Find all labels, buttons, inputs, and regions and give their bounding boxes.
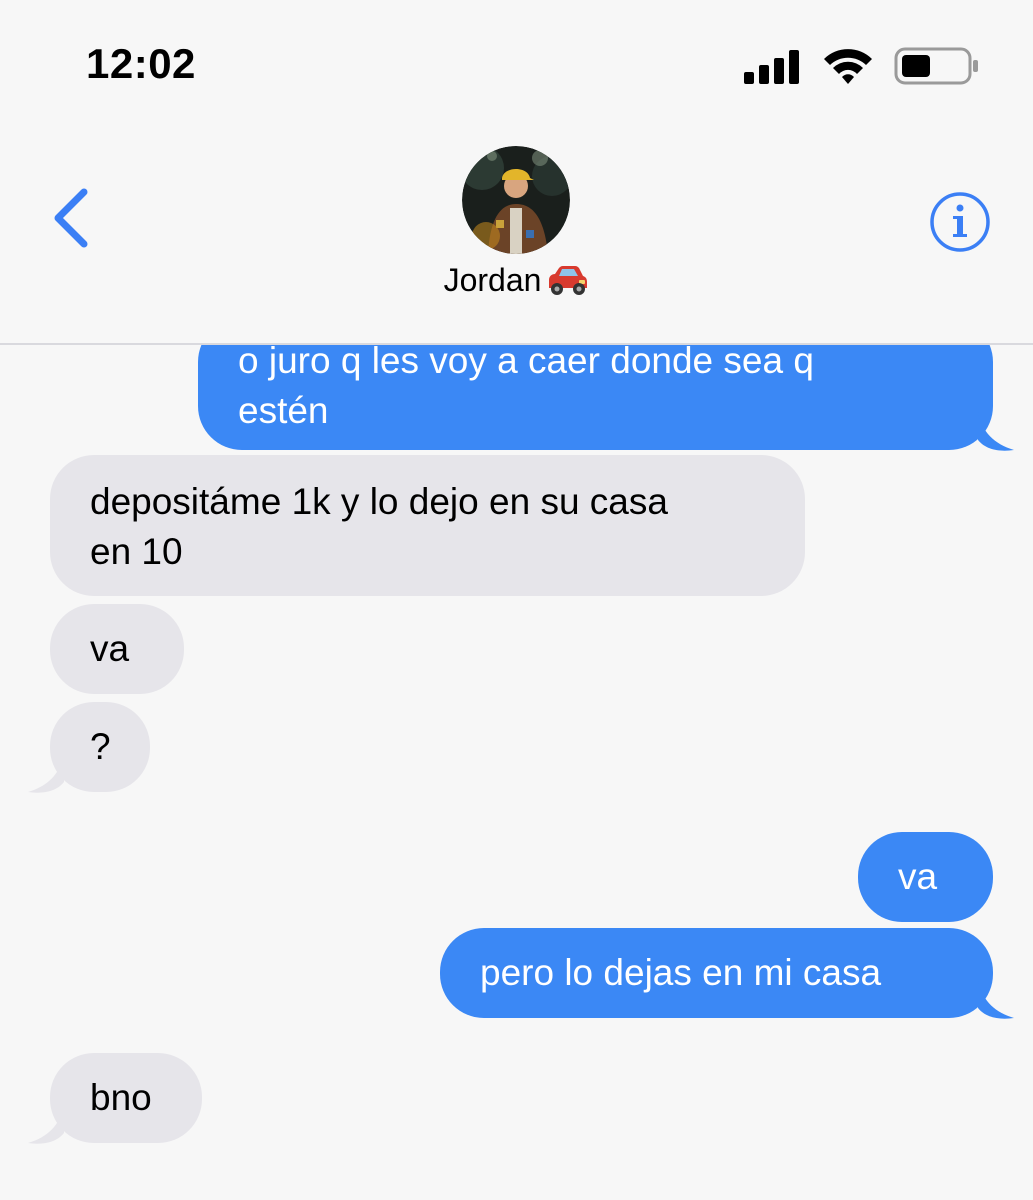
avatar[interactable] xyxy=(462,146,570,254)
battery-icon xyxy=(894,47,978,85)
incoming-bubble-tail xyxy=(28,1105,64,1144)
incoming-message-bubble[interactable]: bno xyxy=(50,1053,202,1143)
outgoing-bubble-tail xyxy=(978,412,1014,451)
info-button[interactable] xyxy=(928,190,992,254)
car-icon xyxy=(549,265,588,295)
outgoing-message-bubble[interactable]: pero lo dejas en mi casa xyxy=(440,928,993,1018)
incoming-message-bubble[interactable]: depositáme 1k y lo dejo en su casa en 10 xyxy=(50,455,805,596)
back-button[interactable] xyxy=(46,186,94,250)
incoming-bubble-tail xyxy=(28,754,64,793)
navigation-header: 12:02 Jordan xyxy=(0,0,1033,345)
outgoing-bubble-tail xyxy=(978,980,1014,1019)
messages-screen: o juro q les voy a caer donde sea q esté… xyxy=(0,0,1033,1200)
wifi-icon xyxy=(824,49,872,84)
status-bar-time: 12:02 xyxy=(86,40,196,87)
incoming-message-bubble[interactable]: va xyxy=(50,604,184,694)
signal-icon xyxy=(744,50,799,84)
incoming-message-bubble[interactable]: ? xyxy=(50,702,150,792)
contact-name: Jordan xyxy=(443,262,542,298)
contact-name-row[interactable]: Jordan xyxy=(0,262,1033,312)
outgoing-message-bubble[interactable]: va xyxy=(858,832,993,922)
